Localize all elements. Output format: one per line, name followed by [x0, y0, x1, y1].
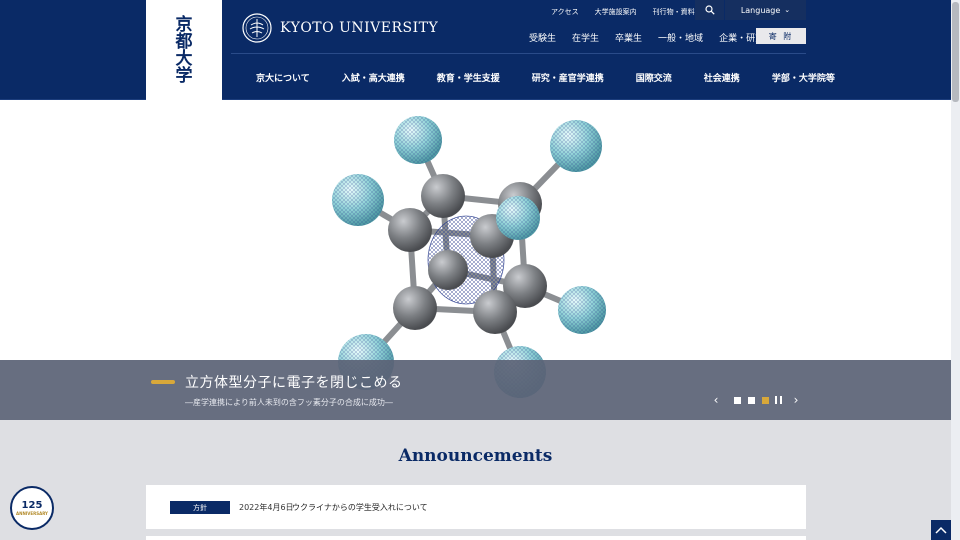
nav-education[interactable]: 教育・学生支援 [421, 71, 516, 84]
announcement-tag: 方針 [170, 501, 230, 514]
nav-faculties[interactable]: 学部・大学院等 [756, 71, 851, 84]
search-icon [704, 5, 715, 15]
util-link-access[interactable]: アクセス [551, 7, 579, 17]
hero-slider[interactable]: 立方体型分子に電子を閉じこめる ―産学連携により前人未到の含フッ素分子の合成に成… [0, 100, 951, 420]
page-scrollbar[interactable] [951, 0, 960, 540]
nav-about[interactable]: 京大について [240, 71, 326, 84]
donate-button[interactable]: 寄 附 [756, 28, 806, 44]
hero-subtitle: ―産学連携により前人未到の含フッ素分子の合成に成功― [185, 398, 393, 407]
main-nav: 京大について 入試・高大連携 教育・学生支援 研究・産官学連携 国際交流 社会連… [240, 71, 835, 84]
hero-caption[interactable]: 立方体型分子に電子を閉じこめる ―産学連携により前人未到の含フッ素分子の合成に成… [0, 360, 951, 420]
nav-admissions[interactable]: 入試・高大連携 [326, 71, 421, 84]
brand-name: KYOTO UNIVERSITY [280, 20, 439, 36]
announcement-date: 2022年4月6日 [239, 503, 294, 512]
slider-controls: ‹ › [710, 393, 802, 407]
back-to-top-button[interactable] [931, 520, 951, 540]
util-link-facilities[interactable]: 大学施設案内 [595, 7, 637, 17]
scrollbar-thumb[interactable] [952, 2, 959, 102]
university-emblem-icon [242, 13, 272, 43]
audience-links: 受験生 在学生 卒業生 一般・地域 企業・研究者 [529, 31, 789, 44]
brand-logo[interactable]: KYOTO UNIVERSITY [242, 13, 438, 43]
chevron-right-icon[interactable]: › [790, 393, 802, 407]
aud-link-applicants[interactable]: 受験生 [529, 31, 556, 44]
nav-research[interactable]: 研究・産官学連携 [516, 71, 620, 84]
announcements-heading: Announcements [398, 446, 553, 466]
aud-link-alumni[interactable]: 卒業生 [615, 31, 642, 44]
vertical-logo[interactable]: 京 都 大 学 [146, 0, 222, 108]
announcement-text[interactable]: ウクライナからの学生受入れについて [292, 502, 428, 513]
aud-link-public[interactable]: 一般・地域 [658, 31, 703, 44]
announcement-item[interactable]: 方針 2022年4月6日 ウクライナからの学生受入れについて [146, 485, 806, 529]
site-header: KYOTO UNIVERSITY アクセス 大学施設案内 刊行物・資料請求 La… [0, 0, 951, 100]
nav-community[interactable]: 社会連携 [688, 71, 756, 84]
anniversary-badge[interactable]: 125 ANNIVERSARY [10, 486, 54, 530]
announcement-item [146, 536, 806, 540]
chevron-left-icon[interactable]: ‹ [710, 393, 722, 407]
nav-international[interactable]: 国際交流 [620, 71, 688, 84]
anniversary-125-icon: 125 ANNIVERSARY [16, 499, 48, 516]
logo-char: 学 [175, 66, 193, 86]
pause-icon[interactable] [775, 396, 782, 404]
header-divider [231, 53, 806, 54]
slide-dot-1[interactable] [734, 396, 741, 404]
slide-dot-3[interactable] [762, 396, 769, 404]
aud-link-students[interactable]: 在学生 [572, 31, 599, 44]
language-label: Language [740, 5, 781, 15]
caption-accent-bar [151, 380, 175, 384]
vertical-logo-text: 京 都 大 学 [146, 17, 222, 85]
search-button[interactable] [695, 0, 724, 20]
arrow-up-icon [935, 526, 947, 534]
chevron-down-icon: ⌄ [784, 6, 791, 14]
language-button[interactable]: Language ⌄ [725, 0, 806, 20]
hero-title[interactable]: 立方体型分子に電子を閉じこめる [185, 372, 403, 392]
slide-dot-2[interactable] [748, 396, 755, 404]
